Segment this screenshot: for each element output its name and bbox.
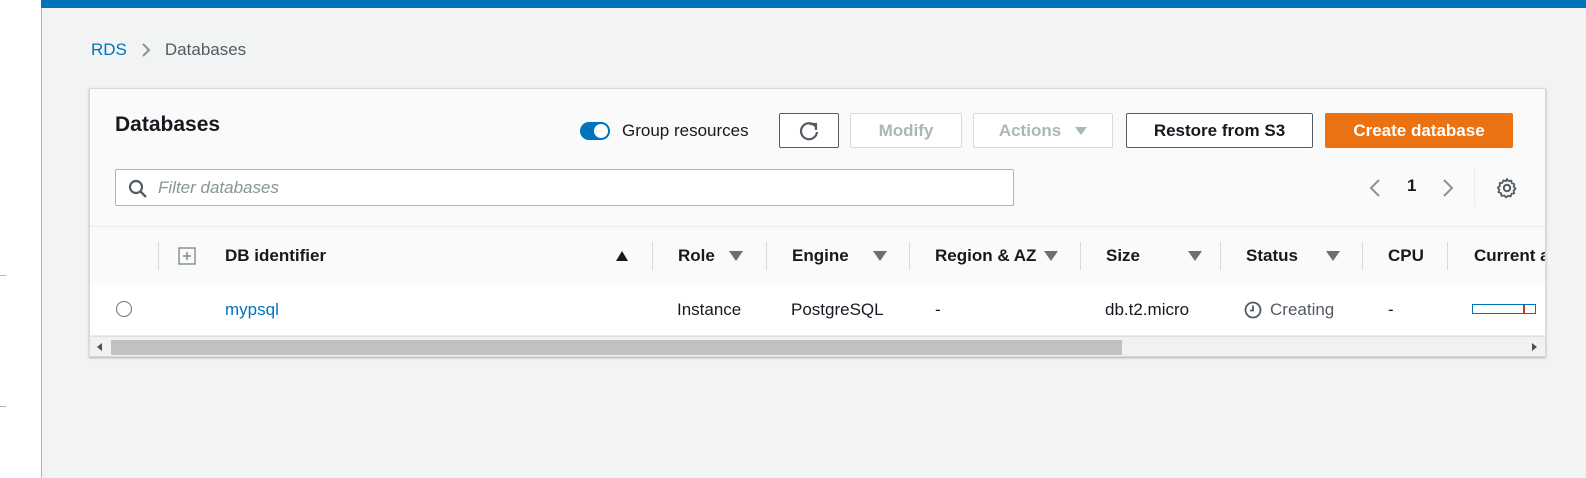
actions-button[interactable]: Actions bbox=[973, 113, 1113, 148]
create-label: Create database bbox=[1353, 120, 1485, 140]
restore-label: Restore from S3 bbox=[1153, 120, 1286, 140]
column-engine[interactable]: Engine bbox=[792, 227, 887, 285]
scroll-right-icon[interactable] bbox=[1532, 343, 1537, 351]
sort-desc-icon bbox=[1044, 251, 1059, 261]
size-cell: db.t2.micro bbox=[1105, 300, 1190, 319]
search-icon bbox=[128, 179, 147, 198]
breadcrumb-rds-link[interactable]: RDS bbox=[91, 40, 127, 60]
column-cpu[interactable]: CPU bbox=[1388, 227, 1424, 285]
horizontal-scrollbar[interactable] bbox=[90, 336, 1545, 356]
status-cell: Creating bbox=[1244, 285, 1334, 335]
current-activity-bar bbox=[1472, 304, 1536, 314]
activity-marker bbox=[1523, 305, 1525, 313]
actions-label: Actions bbox=[998, 120, 1062, 140]
sort-desc-icon bbox=[872, 251, 887, 261]
chevron-left-icon[interactable] bbox=[1369, 178, 1381, 198]
sort-desc-icon bbox=[1325, 251, 1340, 261]
filter-input[interactable] bbox=[158, 170, 998, 205]
databases-panel: Databases Group resources Modify Actions… bbox=[89, 88, 1546, 357]
filter-box bbox=[115, 169, 1014, 206]
table-header: DB identifier Role Engine Region & AZ Si… bbox=[90, 226, 1545, 286]
column-divider bbox=[909, 242, 910, 270]
restore-from-s3-button[interactable]: Restore from S3 bbox=[1126, 113, 1313, 148]
column-label: Role bbox=[678, 246, 715, 265]
clock-icon bbox=[1244, 301, 1262, 319]
group-resources-toggle[interactable] bbox=[580, 122, 610, 140]
chevron-right-icon bbox=[141, 42, 151, 58]
nav-divider bbox=[0, 275, 6, 276]
sort-asc-icon[interactable] bbox=[616, 227, 628, 285]
column-divider bbox=[766, 242, 767, 270]
current-page-number[interactable]: 1 bbox=[1407, 176, 1416, 196]
column-db-identifier[interactable]: DB identifier bbox=[225, 227, 326, 285]
group-resources-toggle-wrap: Group resources bbox=[580, 121, 749, 141]
column-divider bbox=[158, 242, 159, 270]
group-resources-label: Group resources bbox=[622, 121, 749, 140]
breadcrumb-current: Databases bbox=[164, 40, 247, 59]
sort-desc-icon bbox=[728, 251, 743, 261]
toggle-knob bbox=[594, 124, 608, 138]
column-divider bbox=[652, 242, 653, 270]
chevron-right-icon[interactable] bbox=[1442, 178, 1454, 198]
row-select-radio[interactable] bbox=[116, 301, 132, 317]
column-label: CPU bbox=[1388, 246, 1424, 265]
column-label: Region & AZ bbox=[935, 246, 1037, 265]
nav-divider bbox=[0, 406, 6, 407]
column-label: Size bbox=[1106, 246, 1141, 265]
refresh-icon bbox=[799, 121, 819, 140]
column-label: Current a bbox=[1474, 246, 1546, 265]
scroll-left-icon[interactable] bbox=[97, 343, 102, 351]
column-divider bbox=[1362, 242, 1363, 270]
breadcrumb: RDS Databases bbox=[91, 40, 246, 60]
top-bar bbox=[41, 0, 1586, 8]
column-region-az[interactable]: Region & AZ bbox=[935, 227, 1059, 285]
scrollbar-thumb[interactable] bbox=[111, 340, 1122, 355]
column-label: Status bbox=[1246, 246, 1298, 265]
panel-title: Databases bbox=[115, 113, 221, 136]
column-label: DB identifier bbox=[225, 246, 327, 265]
role-cell: Instance bbox=[677, 300, 742, 319]
sort-desc-icon bbox=[1188, 251, 1203, 261]
modify-button[interactable]: Modify bbox=[850, 113, 962, 148]
column-current-activity[interactable]: Current a bbox=[1474, 227, 1546, 285]
left-nav-collapsed bbox=[0, 0, 42, 478]
expand-all-icon[interactable] bbox=[178, 247, 196, 265]
column-role[interactable]: Role bbox=[678, 227, 743, 285]
column-size[interactable]: Size bbox=[1106, 227, 1203, 285]
modify-label: Modify bbox=[878, 120, 934, 140]
column-divider bbox=[1447, 242, 1448, 270]
column-status[interactable]: Status bbox=[1246, 227, 1340, 285]
column-divider bbox=[1080, 242, 1081, 270]
table-row[interactable]: mypsql Instance PostgreSQL - db.t2.micro… bbox=[90, 285, 1545, 336]
gear-icon[interactable] bbox=[1496, 177, 1518, 199]
db-identifier-link[interactable]: mypsql bbox=[225, 285, 279, 335]
cpu-cell: - bbox=[1388, 300, 1394, 319]
column-label: Engine bbox=[792, 246, 849, 265]
status-text: Creating bbox=[1270, 300, 1335, 319]
pager-divider bbox=[1474, 169, 1475, 206]
caret-down-icon bbox=[1075, 126, 1088, 135]
refresh-button[interactable] bbox=[779, 113, 839, 148]
column-divider bbox=[1220, 242, 1221, 270]
engine-cell: PostgreSQL bbox=[791, 300, 884, 319]
region-cell: - bbox=[935, 300, 941, 319]
create-database-button[interactable]: Create database bbox=[1325, 113, 1513, 148]
